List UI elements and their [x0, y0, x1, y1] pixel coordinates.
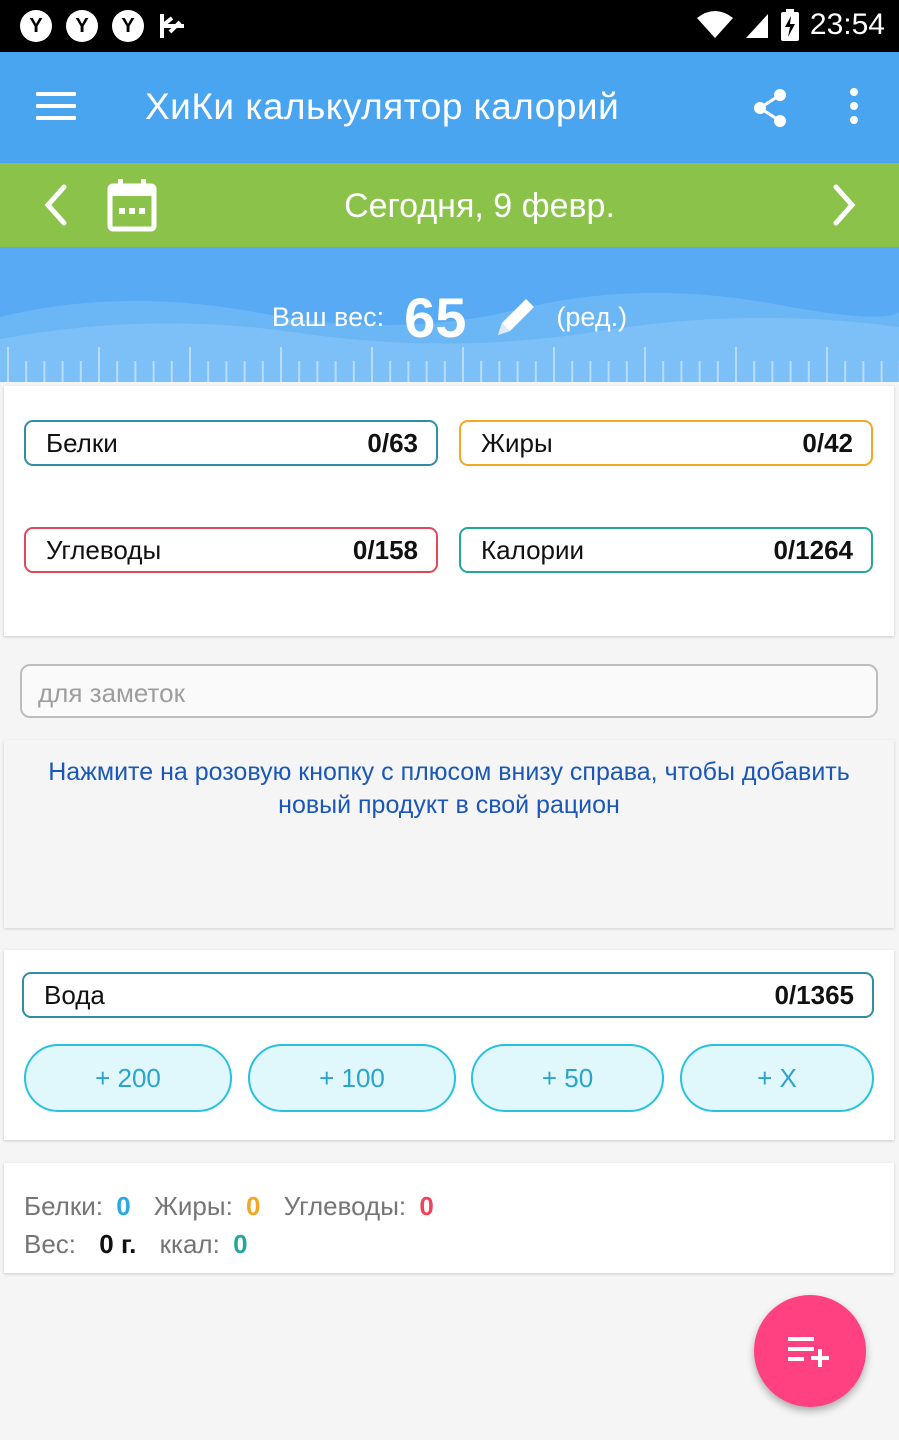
summary-fat-value: 0 — [246, 1191, 261, 1221]
calories-pill[interactable]: Калории 0/1264 — [459, 527, 873, 573]
pencil-icon[interactable] — [490, 293, 540, 343]
summary-protein-value: 0 — [116, 1191, 131, 1221]
edit-weight-link[interactable]: (ред.) — [556, 302, 627, 333]
current-date[interactable]: Сегодня, 9 февр. — [0, 187, 899, 226]
wifi-icon — [696, 11, 733, 38]
fat-value: 0/42 — [802, 427, 853, 458]
summary-carbs-value: 0 — [419, 1191, 434, 1221]
add-product-fab[interactable] — [754, 1295, 866, 1407]
protein-label: Белки — [46, 427, 118, 458]
water-add-200-button[interactable]: + 200 — [24, 1044, 232, 1112]
fat-label: Жиры — [481, 427, 553, 458]
yandex-notification-icon: Y — [20, 10, 52, 42]
water-pill[interactable]: Вода 0/1365 — [22, 972, 874, 1018]
app-bar: ХиКи калькулятор калорий — [0, 52, 899, 163]
summary-weight-value: 0 г. — [99, 1229, 137, 1259]
notes-input[interactable]: для заметок — [20, 664, 878, 718]
summary-protein-label: Белки: — [24, 1191, 103, 1221]
chevron-right-icon[interactable] — [826, 181, 862, 229]
fat-pill[interactable]: Жиры 0/42 — [459, 420, 873, 466]
hint-text: Нажмите на розовую кнопку с плюсом внизу… — [48, 758, 850, 819]
water-value: 0/1365 — [774, 979, 854, 1010]
more-vert-icon[interactable] — [845, 88, 863, 128]
notification-icons: Y Y Y — [20, 10, 188, 42]
carbs-label: Углеводы — [46, 534, 162, 565]
status-bar: Y Y Y 23:54 — [0, 0, 899, 52]
battery-icon — [780, 9, 799, 41]
summary-weight-line: Вес: 0 г. ккал: 0 — [24, 1229, 248, 1260]
protein-pill[interactable]: Белки 0/63 — [24, 420, 438, 466]
system-status: 23:54 — [696, 8, 885, 42]
summary-macros-line: Белки: 0 Жиры: 0 Углеводы: 0 — [24, 1191, 434, 1222]
water-add-50-button[interactable]: + 50 — [471, 1044, 664, 1112]
summary-kcal-value: 0 — [233, 1229, 248, 1259]
check-notification-icon — [160, 14, 184, 38]
water-add-100-button[interactable]: + 100 — [248, 1044, 456, 1112]
share-icon[interactable] — [752, 88, 788, 128]
weight-value[interactable]: 65 — [404, 285, 466, 350]
summary-card: Белки: 0 Жиры: 0 Углеводы: 0 Вес: 0 г. к… — [4, 1163, 894, 1273]
signal-icon — [745, 14, 768, 38]
clock: 23:54 — [809, 8, 885, 41]
menu-icon[interactable] — [36, 92, 76, 122]
carbs-pill[interactable]: Углеводы 0/158 — [24, 527, 438, 573]
yandex-notification-icon: Y — [66, 10, 98, 42]
weight-bar: Ваш вес: 65 (ред.) — [0, 247, 899, 382]
calories-label: Калории — [481, 534, 585, 565]
playlist-add-icon — [788, 1337, 829, 1367]
hint-card: Нажмите на розовую кнопку с плюсом внизу… — [4, 740, 894, 928]
summary-fat-label: Жиры: — [153, 1191, 233, 1221]
carbs-value: 0/158 — [352, 534, 418, 565]
water-card: Вода 0/1365 + 200 + 100 + 50 + X — [4, 950, 894, 1140]
water-add-custom-button[interactable]: + X — [680, 1044, 874, 1112]
summary-carbs-label: Углеводы: — [283, 1191, 407, 1221]
calories-value: 0/1264 — [773, 534, 853, 565]
protein-value: 0/63 — [367, 427, 418, 458]
yandex-notification-icon: Y — [112, 10, 144, 42]
date-bar: Сегодня, 9 февр. — [0, 163, 899, 247]
summary-weight-label: Вес: — [24, 1229, 77, 1259]
weight-label: Ваш вес: — [271, 302, 385, 332]
summary-kcal-label: ккал: — [159, 1229, 220, 1259]
water-label: Вода — [44, 979, 105, 1010]
macros-card: Белки 0/63 Жиры 0/42 Углеводы 0/158 Кало… — [4, 386, 894, 636]
app-title: ХиКи калькулятор калорий — [145, 86, 620, 127]
